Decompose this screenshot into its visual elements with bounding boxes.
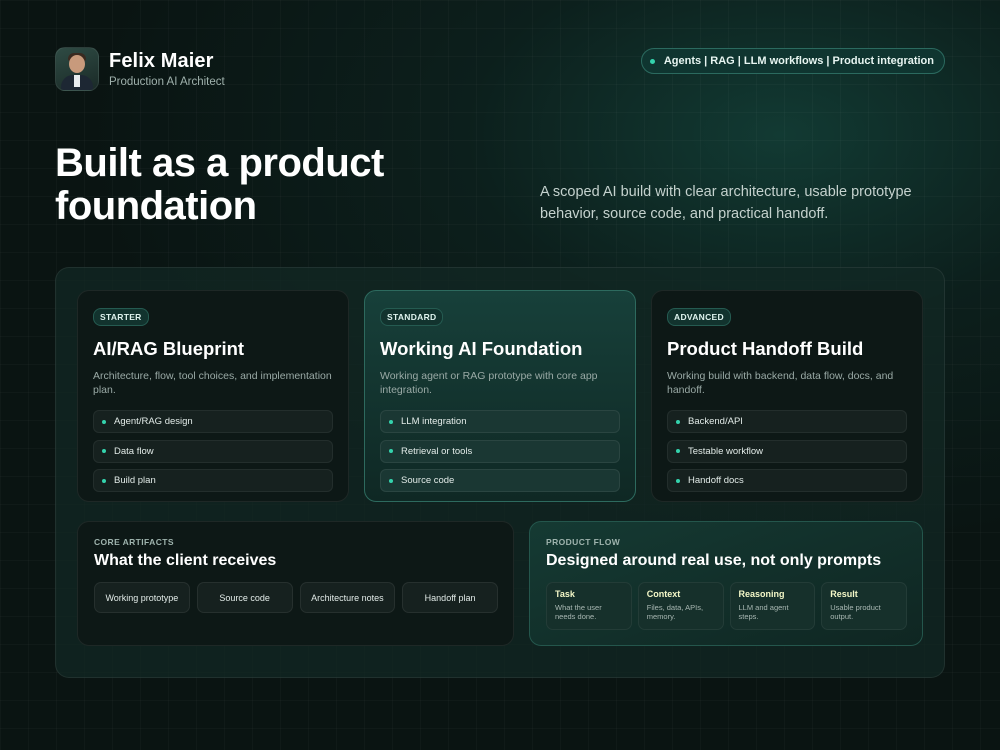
step-description: What the user needs done. — [555, 603, 602, 621]
tier-title: Working AI Foundation — [380, 338, 583, 359]
avatar — [55, 47, 99, 91]
feature-list: LLM integration Retrieval or tools Sourc… — [380, 410, 620, 492]
feature-item: Build plan — [93, 469, 333, 492]
feature-item: Testable workflow — [667, 439, 907, 463]
dot-icon — [389, 449, 393, 453]
feature-label: Retrieval or tools — [401, 445, 473, 457]
step-description: Usable product output. — [830, 603, 881, 621]
feature-label: LLM integration — [401, 416, 467, 427]
feature-item: LLM integration — [380, 410, 620, 433]
profile-header: Felix Maier Production AI Architect — [55, 47, 225, 91]
tier-badge: STANDARD — [380, 308, 444, 326]
step-title: Context — [646, 589, 681, 599]
tier-badge: ADVANCED — [667, 308, 731, 326]
feature-label: Data flow — [114, 445, 154, 457]
specialty-tag: Agents | RAG | LLM workflows | Product i… — [640, 48, 945, 74]
section-label: CORE ARTIFACTS — [94, 537, 174, 547]
feature-item: Handoff docs — [667, 469, 907, 492]
product-flow-card: PRODUCT FLOW Designed around real use, n… — [529, 521, 923, 646]
feature-label: Testable workflow — [688, 445, 763, 457]
tier-card-starter: STARTER AI/RAG Blueprint Architecture, f… — [77, 290, 349, 502]
feature-label: Build plan — [114, 475, 156, 486]
feature-item: Backend/API — [667, 410, 907, 433]
specialty-tag-label: Agents | RAG | LLM workflows | Product i… — [663, 55, 934, 67]
artifact-chip: Handoff plan — [402, 582, 498, 613]
step-title: Reasoning — [738, 589, 785, 599]
dot-icon — [389, 419, 393, 424]
section-title: What the client receives — [94, 552, 277, 569]
profile-name: Felix Maier — [109, 50, 214, 72]
section-title: Designed around real use, not only promp… — [546, 552, 882, 569]
dot-icon — [676, 449, 680, 453]
profile-text: Felix Maier Production AI Architect — [109, 50, 225, 88]
tier-title: AI/RAG Blueprint — [93, 338, 245, 359]
tier-card-advanced: ADVANCED Product Handoff Build Working b… — [651, 290, 923, 502]
artifact-chip: Source code — [196, 582, 293, 613]
section-label: PRODUCT FLOW — [546, 537, 621, 547]
hero-title: Built as a product foundation — [55, 141, 384, 228]
feature-item: Data flow — [93, 439, 333, 463]
tier-title: Product Handoff Build — [667, 338, 864, 359]
dot-icon — [102, 449, 106, 453]
dot-icon — [676, 419, 680, 424]
step-title: Task — [555, 589, 575, 599]
tier-description: Architecture, flow, tool choices, and im… — [93, 370, 332, 396]
step-description: LLM and agent steps. — [738, 603, 789, 621]
tier-card-standard: STANDARD Working AI Foundation Working a… — [364, 290, 636, 502]
flow-step: Context Files, data, APIs, memory. — [637, 582, 724, 630]
flow-step: Task What the user needs done. — [546, 582, 632, 630]
tier-description: Working build with backend, data flow, d… — [667, 370, 894, 396]
step-title: Result — [830, 589, 858, 599]
dot-icon — [102, 478, 106, 483]
flow-steps: Task What the user needs done. Context F… — [546, 582, 907, 630]
artifact-chip: Architecture notes — [299, 582, 396, 613]
core-artifacts-card: CORE ARTIFACTS What the client receives … — [77, 521, 514, 646]
feature-label: Backend/API — [688, 416, 743, 427]
dot-icon — [676, 478, 680, 483]
feature-label: Source code — [401, 475, 455, 486]
feature-item: Source code — [380, 469, 620, 492]
profile-role: Production AI Architect — [109, 76, 225, 88]
flow-step: Reasoning LLM and agent steps. — [729, 582, 816, 630]
dot-icon — [102, 419, 106, 424]
feature-label: Agent/RAG design — [114, 416, 193, 427]
feature-label: Handoff docs — [688, 475, 744, 486]
dot-icon — [649, 58, 655, 64]
artifact-chip: Working prototype — [94, 582, 190, 613]
hero-description: A scoped AI build with clear architectur… — [540, 184, 912, 222]
tier-description: Working agent or RAG prototype with core… — [380, 370, 598, 396]
artifact-list: Working prototype Source code Architectu… — [94, 582, 498, 613]
feature-item: Agent/RAG design — [93, 410, 333, 433]
offer-panel: STARTER AI/RAG Blueprint Architecture, f… — [55, 267, 945, 678]
flow-step: Result Usable product output. — [821, 582, 907, 630]
feature-list: Backend/API Testable workflow Handoff do… — [667, 410, 907, 492]
tier-badge: STARTER — [93, 308, 149, 326]
dot-icon — [389, 478, 393, 483]
step-description: Files, data, APIs, memory. — [646, 603, 704, 621]
feature-item: Retrieval or tools — [380, 439, 620, 463]
feature-list: Agent/RAG design Data flow Build plan — [93, 410, 333, 492]
